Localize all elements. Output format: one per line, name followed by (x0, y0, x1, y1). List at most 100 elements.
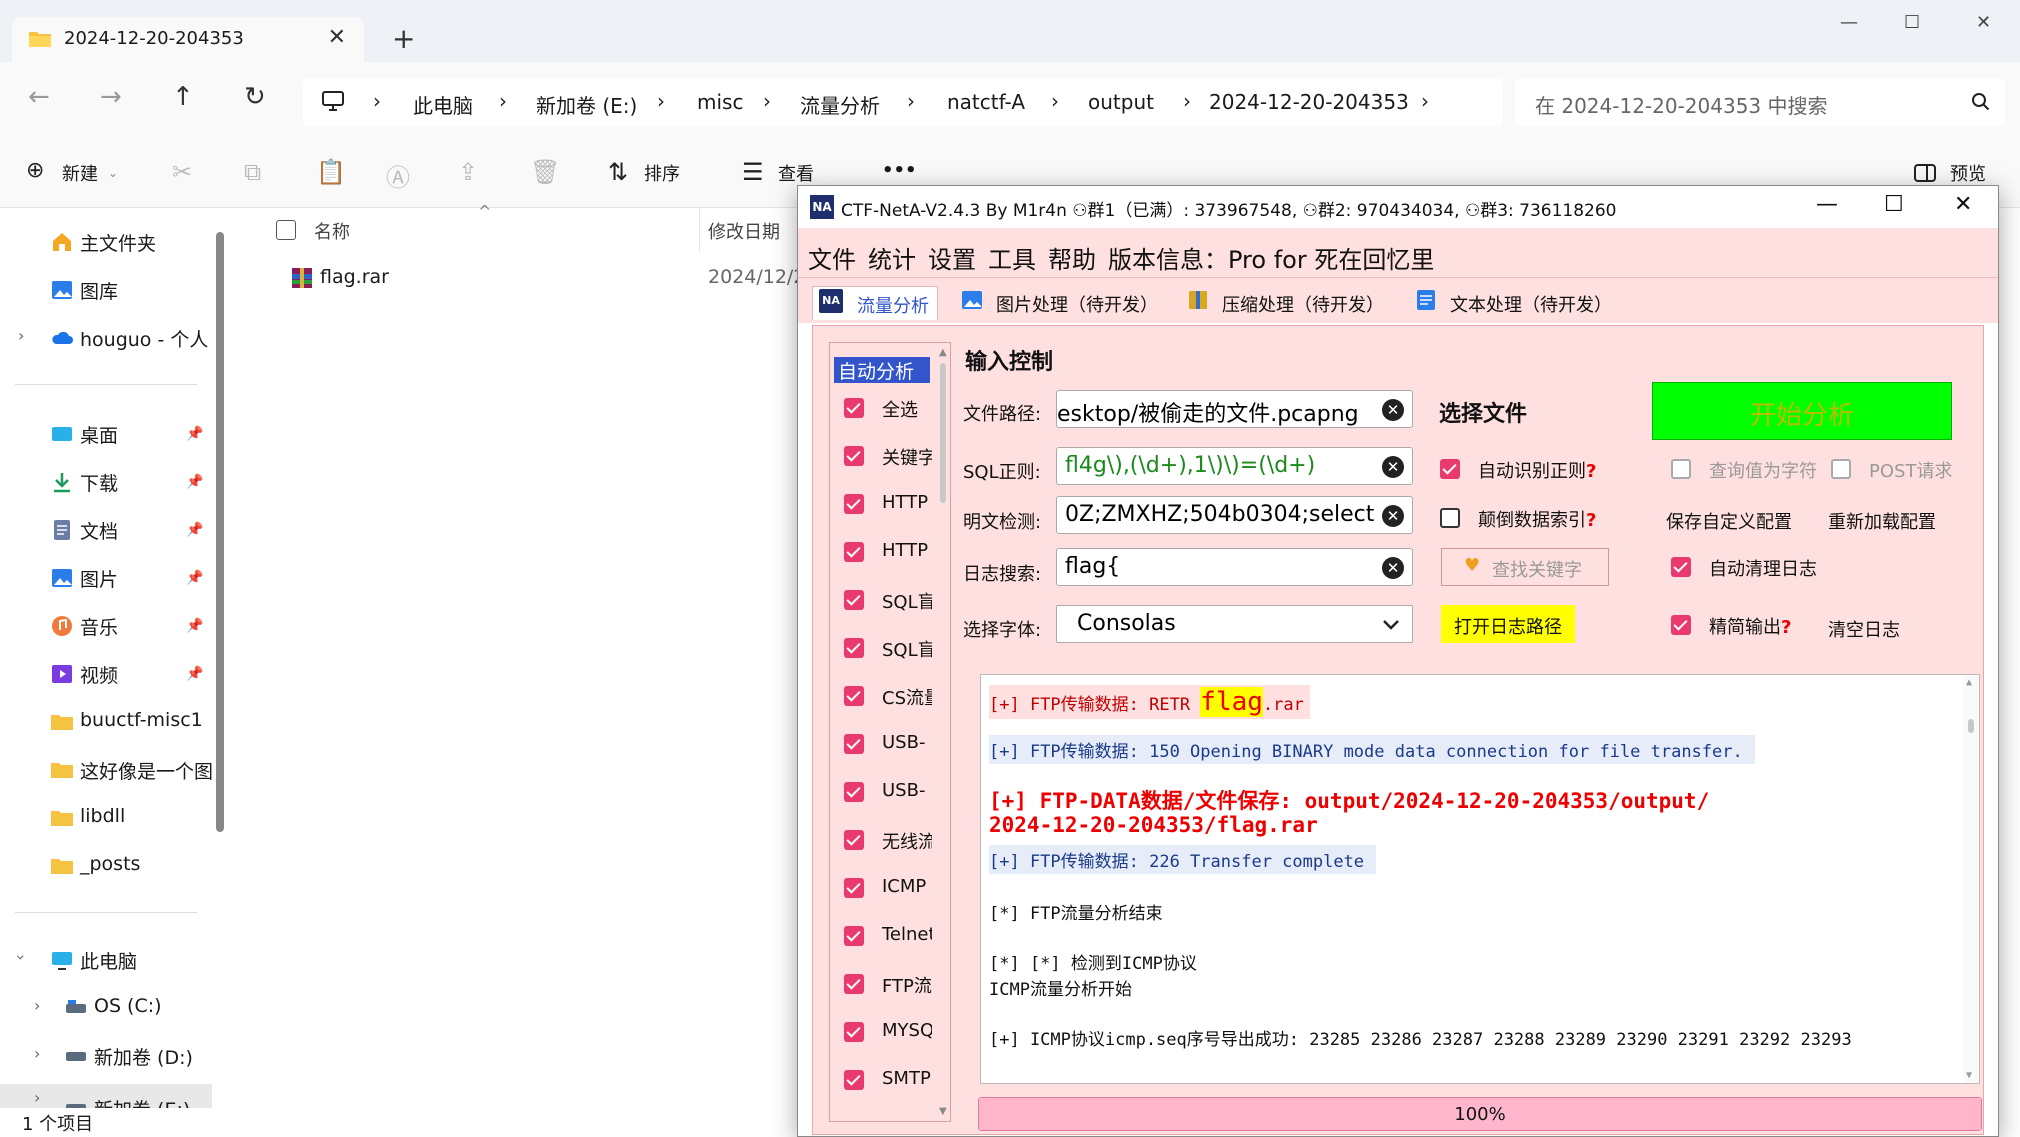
minimize-icon[interactable]: — (1816, 192, 1838, 217)
breadcrumb-current[interactable]: 2024-12-20-204353 (1209, 90, 1409, 114)
new-button[interactable]: 新建 (62, 160, 98, 186)
breadcrumb-natctf[interactable]: natctf-A (947, 90, 1025, 114)
new-tab-icon[interactable]: + (392, 22, 415, 55)
title-bar[interactable]: NA CTF-NetA-V2.4.3 By M1r4n ⚇群1（已满）: 373… (798, 186, 1998, 228)
maximize-icon[interactable]: ☐ (1904, 12, 1920, 33)
font-select-dropdown[interactable]: Consolas (1056, 605, 1413, 643)
search-box[interactable]: 在 2024-12-20-204353 中搜索 (1515, 78, 2005, 126)
close-window-icon[interactable]: ✕ (1954, 192, 1972, 217)
chevron-right-icon[interactable]: › (18, 326, 24, 345)
breadcrumb-this-pc[interactable]: 此电脑 (413, 90, 473, 119)
preview-button[interactable]: 预览 (1950, 160, 1986, 186)
explorer-tab[interactable]: 2024-12-20-204353 ✕ (12, 17, 364, 62)
pin-icon[interactable]: 📌 (186, 570, 203, 586)
checkbox-auto-clear-log[interactable]: 自动清理日志 (1671, 554, 1841, 580)
checkbox[interactable] (844, 782, 864, 802)
address-bar[interactable]: › 此电脑 › 新加卷 (E:) › misc › 流量分析 › natctf-… (303, 78, 1503, 126)
checkbox[interactable] (844, 398, 864, 418)
maximize-icon[interactable]: ☐ (1884, 192, 1904, 217)
checkbox[interactable] (844, 542, 864, 562)
pin-icon[interactable]: 📌 (186, 618, 203, 634)
tab-archive-processing[interactable]: 压缩处理（待开发） (1186, 286, 1386, 320)
help-icon[interactable]: ? (1781, 617, 1791, 638)
breadcrumb-traffic[interactable]: 流量分析 (800, 90, 880, 119)
copy-icon[interactable]: ⧉ (244, 158, 261, 186)
scroll-up-icon[interactable]: ▲ (1966, 677, 1972, 688)
menu-version[interactable]: 版本信息：Pro for 死在回忆里 (1108, 240, 1434, 275)
checkbox[interactable] (1831, 459, 1851, 479)
checkbox[interactable] (844, 926, 864, 946)
clear-icon[interactable]: ✕ (1382, 505, 1404, 527)
pin-icon[interactable]: 📌 (186, 426, 203, 442)
chevron-right-icon[interactable]: › (34, 996, 40, 1015)
scroll-up-icon[interactable]: ▲ (939, 347, 947, 358)
delete-icon[interactable]: 🗑 (530, 158, 560, 186)
share-icon[interactable]: ⇪ (458, 158, 478, 186)
menu-settings[interactable]: 设置 (928, 240, 976, 275)
help-icon[interactable]: ? (1586, 510, 1596, 531)
checkbox-query-as-char[interactable]: 查询值为字符 (1671, 456, 1831, 482)
up-icon[interactable]: ↑ (172, 82, 194, 112)
start-analysis-button[interactable]: 开始分析 (1652, 382, 1952, 440)
menu-stats[interactable]: 统计 (868, 240, 916, 275)
checkbox[interactable] (1671, 557, 1691, 577)
table-row[interactable]: flag.rar 2024/12/2 (290, 258, 810, 298)
checklist-scrollbar[interactable]: ▲ ▼ (938, 347, 948, 1117)
checkbox[interactable] (844, 1022, 864, 1042)
select-file-button[interactable]: 选择文件 (1439, 396, 1527, 428)
help-icon[interactable]: ? (1586, 461, 1596, 482)
clear-icon[interactable]: ✕ (1382, 399, 1404, 421)
view-button[interactable]: 查看 (778, 160, 814, 186)
sql-regex-input[interactable]: fl4g\),(\d+),1\)\)=(\d+) ✕ (1056, 447, 1413, 485)
clear-log-button[interactable]: 清空日志 (1828, 616, 1900, 642)
reload-config-button[interactable]: 重新加载配置 (1828, 508, 1936, 534)
menu-tools[interactable]: 工具 (988, 240, 1036, 275)
checkbox[interactable] (844, 734, 864, 754)
log-output[interactable]: [+] FTP传输数据: RETR flag.rar [+] FTP传输数据: … (980, 674, 1980, 1084)
checkbox-auto-regex[interactable]: 自动识别正则? (1440, 456, 1610, 482)
breadcrumb-misc[interactable]: misc (697, 90, 743, 114)
minimize-icon[interactable]: — (1840, 12, 1858, 33)
cut-icon[interactable]: ✂ (172, 158, 192, 186)
clear-icon[interactable]: ✕ (1382, 557, 1404, 579)
breadcrumb-output[interactable]: output (1088, 90, 1154, 114)
checkbox[interactable] (1440, 459, 1460, 479)
log-scrollbar[interactable]: ▲ ▼ (1963, 675, 1979, 1083)
checkbox[interactable] (1671, 459, 1691, 479)
checkbox[interactable] (1440, 508, 1460, 528)
tab-text-processing[interactable]: 文本处理（待开发） (1414, 286, 1614, 320)
checkbox[interactable] (844, 686, 864, 706)
tab-traffic-analysis[interactable]: NA 流量分析 (812, 286, 938, 320)
checkbox[interactable] (844, 446, 864, 466)
find-keyword-button[interactable]: ♥ 查找关键字 (1441, 548, 1609, 586)
tab-image-processing[interactable]: 图片处理（待开发） (960, 286, 1160, 320)
menu-help[interactable]: 帮助 (1048, 240, 1096, 275)
close-tab-icon[interactable]: ✕ (328, 25, 346, 50)
pin-icon[interactable]: 📌 (186, 522, 203, 538)
more-options-button[interactable]: ••• (882, 160, 917, 181)
scrollbar-thumb[interactable] (1968, 719, 1974, 733)
checkbox[interactable] (844, 974, 864, 994)
refresh-icon[interactable]: ↻ (244, 82, 266, 112)
clear-icon[interactable]: ✕ (1382, 456, 1404, 478)
back-icon[interactable]: ← (28, 82, 50, 112)
sidebar-scrollbar[interactable] (216, 232, 224, 832)
chevron-right-icon[interactable]: › (34, 1044, 40, 1063)
checkbox[interactable] (844, 878, 864, 898)
checklist-header[interactable]: 自动分析 (834, 357, 930, 383)
plaintext-detect-input[interactable]: 0Z;ZMXHZ;504b0304;select ✕ (1056, 496, 1413, 534)
chevron-down-icon[interactable]: › (12, 954, 31, 960)
scroll-down-icon[interactable]: ▼ (939, 1106, 947, 1117)
checkbox[interactable] (1671, 615, 1691, 635)
breadcrumb-separator[interactable]: › (1421, 89, 1429, 113)
checkbox-concise-output[interactable]: 精简输出? (1671, 612, 1811, 638)
pin-icon[interactable]: 📌 (186, 666, 203, 682)
open-log-path-button[interactable]: 打开日志路径 (1441, 605, 1575, 643)
save-config-button[interactable]: 保存自定义配置 (1666, 508, 1792, 534)
scrollbar-thumb[interactable] (940, 363, 946, 503)
breadcrumb-drive-e[interactable]: 新加卷 (E:) (536, 90, 637, 119)
checkbox[interactable] (844, 590, 864, 610)
forward-icon[interactable]: → (100, 82, 122, 112)
checkbox[interactable] (844, 830, 864, 850)
file-path-input[interactable]: esktop/被偷走的文件.pcapng ✕ (1056, 390, 1413, 428)
